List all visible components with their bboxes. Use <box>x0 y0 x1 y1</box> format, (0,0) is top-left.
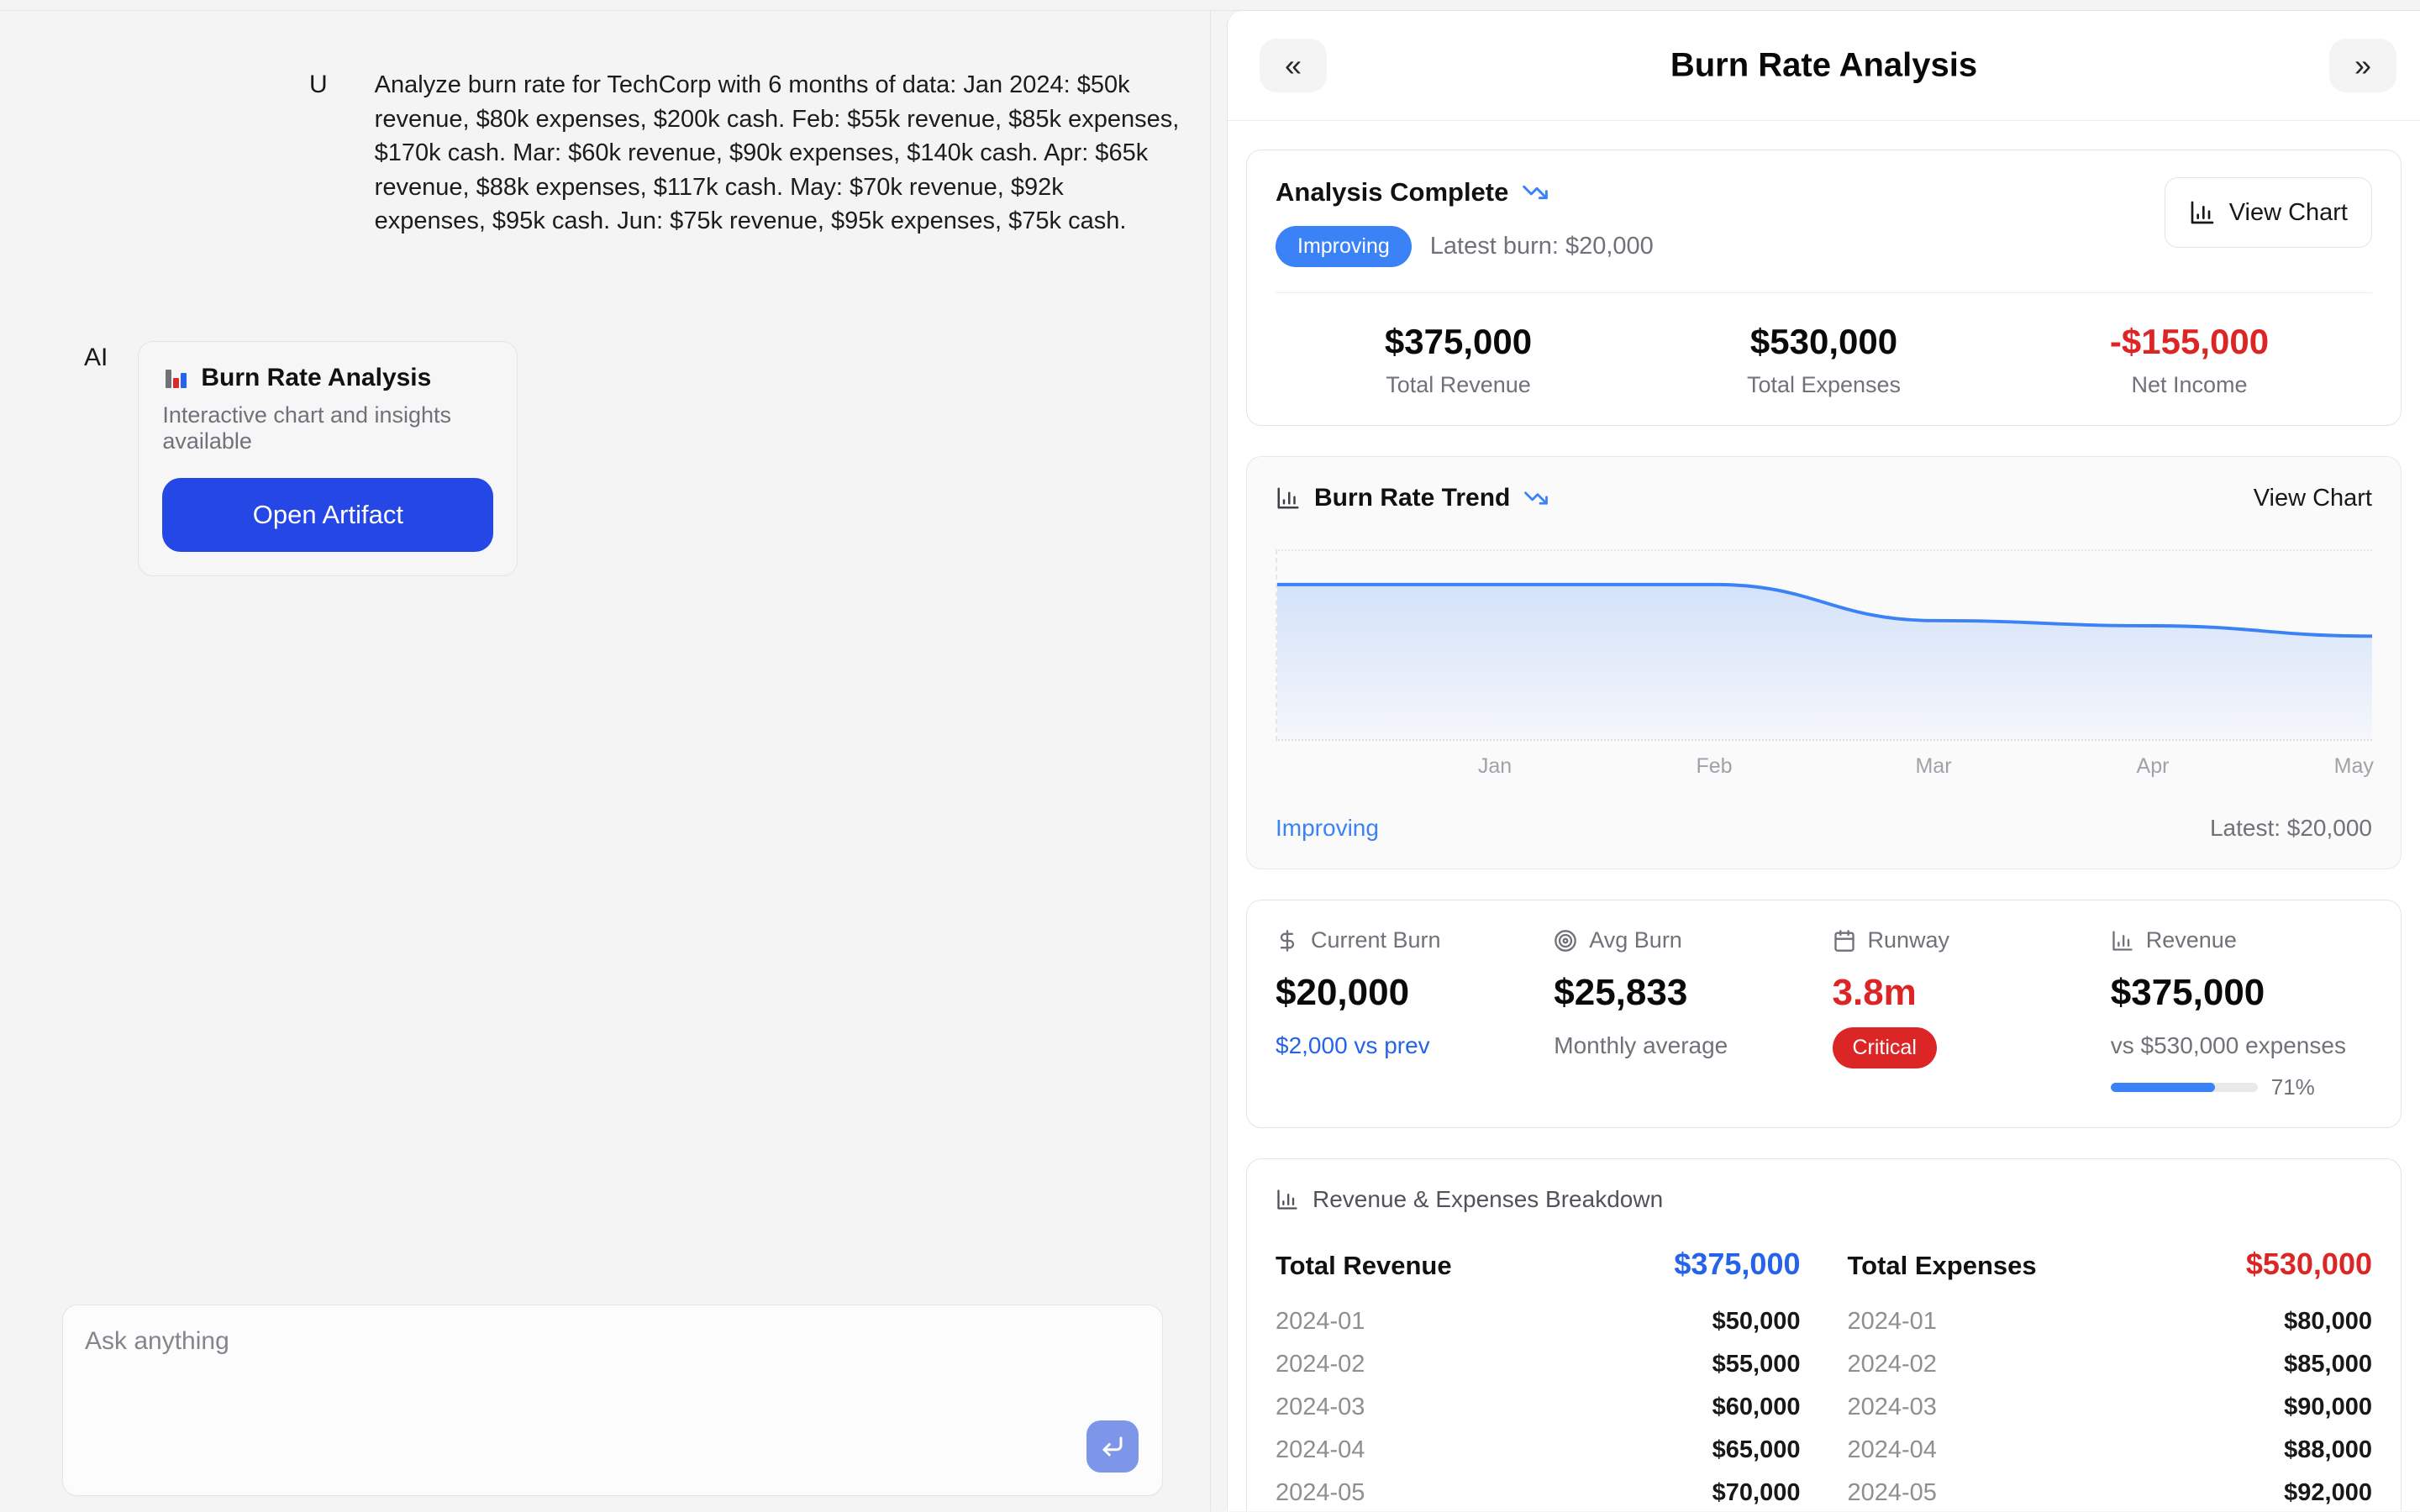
bar-chart-emoji-icon <box>162 365 189 391</box>
progress-label: 71% <box>2271 1074 2315 1100</box>
bar-chart-icon <box>1276 1188 1299 1211</box>
dollar-sign-icon <box>1276 929 1299 953</box>
x-axis-ticks: Jan Feb Mar Apr May <box>1276 754 2372 793</box>
table-row: 2024-01$50,000 <box>1276 1300 1801 1343</box>
metric-value: $530,000 <box>1641 322 2007 362</box>
expenses-total: $530,000 <box>2246 1247 2372 1282</box>
x-tick-label: Feb <box>1696 754 1732 779</box>
ai-message: AI Burn Rate Analysis Interactive chart … <box>84 341 1210 576</box>
metric-total-revenue: $375,000 Total Revenue <box>1276 322 1641 398</box>
trending-down-icon <box>1522 179 1549 206</box>
metric-total-expenses: $530,000 Total Expenses <box>1641 322 2007 398</box>
pane-divider <box>1211 11 1227 1511</box>
metric-label: Total Revenue <box>1276 372 1641 398</box>
trend-latest: Latest: $20,000 <box>2210 815 2372 842</box>
table-row: 2024-01$80,000 <box>1848 1300 2373 1343</box>
view-chart-button[interactable]: View Chart <box>2165 177 2372 248</box>
revenue-total: $375,000 <box>1674 1247 1800 1282</box>
stat-value: $20,000 <box>1276 972 1537 1014</box>
calendar-icon <box>1833 929 1856 953</box>
trending-down-icon <box>1523 486 1549 511</box>
panel-title: Burn Rate Analysis <box>1670 47 1977 85</box>
burn-rate-line-chart <box>1276 549 2372 741</box>
summary-divider <box>1276 292 2372 293</box>
table-row: 2024-05$70,000 <box>1276 1472 1801 1511</box>
latest-burn-text: Latest burn: $20,000 <box>1430 233 1654 260</box>
panel-header: « Burn Rate Analysis » <box>1228 11 2420 121</box>
bar-chart-icon <box>2111 929 2134 953</box>
summary-heading: Analysis Complete <box>1276 177 1508 207</box>
revenue-progress-bar <box>2111 1083 2258 1092</box>
table-row: 2024-03$60,000 <box>1276 1386 1801 1429</box>
stat-current-burn: Current Burn $20,000 $2,000 vs prev <box>1276 927 1537 1100</box>
x-tick-label: Mar <box>1915 754 1951 779</box>
ai-avatar: AI <box>84 341 108 375</box>
collapse-left-button[interactable]: « <box>1260 39 1327 92</box>
target-icon <box>1554 929 1577 953</box>
summary-card: Analysis Complete Improving Latest burn:… <box>1246 150 2402 426</box>
burn-rate-trend-card: Burn Rate Trend View Chart <box>1246 456 2402 869</box>
expenses-title: Total Expenses <box>1848 1251 2037 1281</box>
collapse-right-button[interactable]: » <box>2329 39 2396 92</box>
x-tick-label: May <box>2334 754 2374 779</box>
stat-sub: vs $530,000 expenses <box>2111 1032 2372 1059</box>
critical-badge: Critical <box>1833 1027 1937 1068</box>
user-message: U Analyze burn rate for TechCorp with 6 … <box>309 68 1210 239</box>
user-avatar: U <box>309 68 328 239</box>
stats-card: Current Burn $20,000 $2,000 vs prev <box>1246 900 2402 1128</box>
metric-label: Total Expenses <box>1641 372 2007 398</box>
x-tick-label: Jan <box>1478 754 1512 779</box>
open-artifact-button[interactable]: Open Artifact <box>162 478 493 552</box>
stat-sub: Monthly average <box>1554 1032 1815 1059</box>
app-root: U Analyze burn rate for TechCorp with 6 … <box>0 11 2420 1511</box>
trend-status: Improving <box>1276 815 1379 842</box>
stat-value: $375,000 <box>2111 972 2372 1014</box>
window-titlebar <box>0 0 2420 11</box>
trend-view-chart-button[interactable]: View Chart <box>2254 485 2372 512</box>
expenses-column: Total Expenses $530,000 2024-01$80,000 2… <box>1848 1247 2373 1511</box>
chart-area-fill <box>1277 585 2372 739</box>
analysis-panel: « Burn Rate Analysis » Analysis Complete <box>1227 11 2420 1511</box>
artifact-subtitle: Interactive chart and insights available <box>162 402 493 454</box>
trend-title: Burn Rate Trend <box>1314 484 1510 512</box>
metric-label: Net Income <box>2007 372 2372 398</box>
artifact-card[interactable]: Burn Rate Analysis Interactive chart and… <box>138 341 518 576</box>
metric-value: -$155,000 <box>2007 322 2372 362</box>
panel-body: Analysis Complete Improving Latest burn:… <box>1228 121 2420 1511</box>
stat-revenue: Revenue $375,000 vs $530,000 expenses 71… <box>2111 927 2372 1100</box>
chat-input[interactable] <box>85 1327 1061 1473</box>
table-row: 2024-02$85,000 <box>1848 1343 2373 1386</box>
x-tick-label: Apr <box>2137 754 2170 779</box>
return-arrow-icon <box>1100 1434 1125 1459</box>
metric-net-income: -$155,000 Net Income <box>2007 322 2372 398</box>
breakdown-heading: Revenue & Expenses Breakdown <box>1313 1186 1663 1213</box>
revenue-title: Total Revenue <box>1276 1251 1452 1281</box>
bar-chart-icon <box>2189 199 2216 226</box>
stat-avg-burn: Avg Burn $25,833 Monthly average <box>1554 927 1815 1100</box>
metric-value: $375,000 <box>1276 322 1641 362</box>
table-row: 2024-04$88,000 <box>1848 1429 2373 1472</box>
table-row: 2024-02$55,000 <box>1276 1343 1801 1386</box>
breakdown-card: Revenue & Expenses Breakdown Total Reven… <box>1246 1158 2402 1511</box>
table-row: 2024-04$65,000 <box>1276 1429 1801 1472</box>
artifact-title: Burn Rate Analysis <box>201 364 431 392</box>
composer <box>62 1305 1163 1496</box>
bar-chart-icon <box>1276 486 1301 511</box>
stat-value: $25,833 <box>1554 972 1815 1014</box>
table-row: 2024-03$90,000 <box>1848 1386 2373 1429</box>
stat-value: 3.8m <box>1833 972 2094 1014</box>
revenue-column: Total Revenue $375,000 2024-01$50,000 20… <box>1276 1247 1801 1511</box>
stat-sub: $2,000 vs prev <box>1276 1032 1537 1059</box>
table-row: 2024-05$92,000 <box>1848 1472 2373 1511</box>
stat-runway: Runway 3.8m Critical <box>1833 927 2094 1100</box>
user-message-text: Analyze burn rate for TechCorp with 6 mo… <box>375 68 1180 239</box>
revenue-progress-fill <box>2111 1083 2215 1092</box>
chat-pane: U Analyze burn rate for TechCorp with 6 … <box>0 11 1211 1511</box>
send-button[interactable] <box>1086 1420 1139 1473</box>
status-badge: Improving <box>1276 226 1412 267</box>
